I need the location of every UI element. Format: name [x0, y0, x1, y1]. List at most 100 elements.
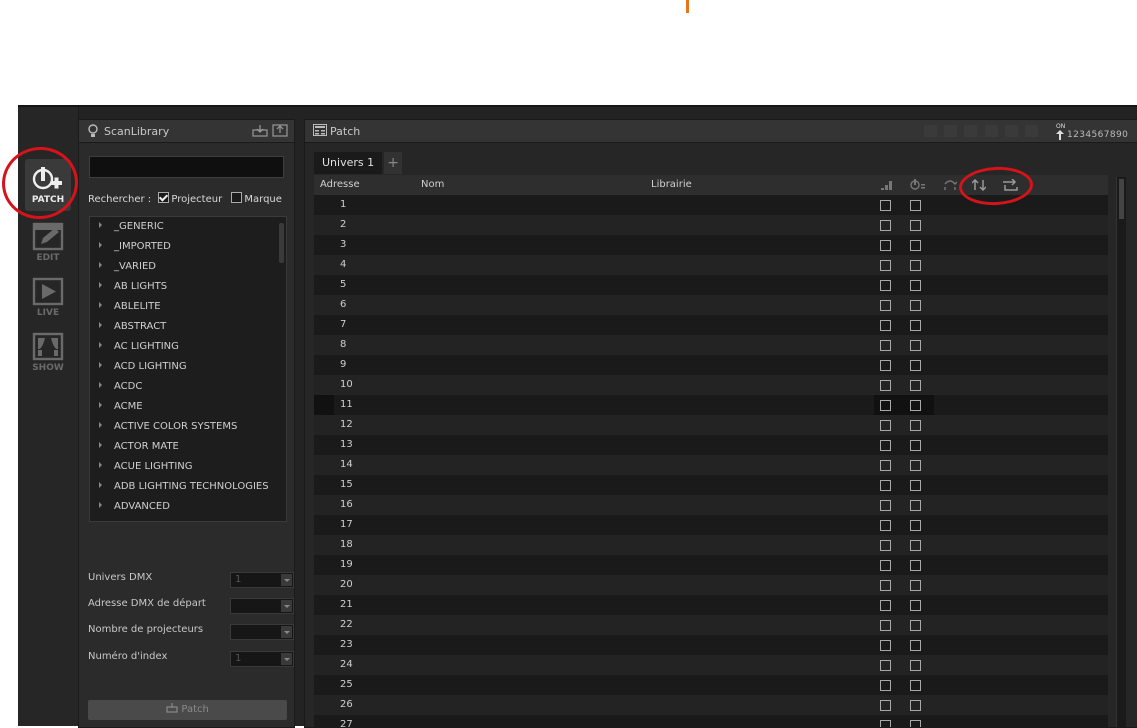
- library-item[interactable]: ACDC: [90, 377, 286, 397]
- table-row[interactable]: 18: [314, 535, 1108, 555]
- library-item[interactable]: _IMPORTED: [90, 237, 286, 257]
- marque-checkbox[interactable]: [231, 192, 243, 203]
- invert-tilt-checkbox[interactable]: [910, 200, 921, 211]
- table-row[interactable]: 17: [314, 515, 1108, 535]
- invert-pan-checkbox[interactable]: [880, 440, 891, 451]
- patch-scrollbar[interactable]: [1116, 177, 1126, 727]
- invert-pan-checkbox[interactable]: [880, 700, 891, 711]
- export-icon[interactable]: [272, 124, 288, 137]
- invert-pan-checkbox[interactable]: [880, 260, 891, 271]
- table-row[interactable]: 10: [314, 375, 1108, 395]
- expand-arrow-icon[interactable]: [99, 302, 102, 308]
- invert-tilt-checkbox[interactable]: [910, 420, 921, 431]
- column-librairie[interactable]: Librairie: [651, 175, 692, 195]
- patch-button[interactable]: Patch: [88, 700, 287, 720]
- invert-pan-checkbox[interactable]: [880, 320, 891, 331]
- library-item[interactable]: ADVANCED: [90, 497, 286, 517]
- chevron-down-icon[interactable]: [281, 600, 292, 612]
- expand-arrow-icon[interactable]: [99, 342, 102, 348]
- expand-arrow-icon[interactable]: [99, 242, 102, 248]
- invert-pan-checkbox[interactable]: [880, 400, 891, 411]
- chevron-down-icon[interactable]: [281, 626, 292, 638]
- expand-arrow-icon[interactable]: [99, 422, 102, 428]
- invert-pan-checkbox[interactable]: [880, 560, 891, 571]
- invert-pan-checkbox[interactable]: [880, 460, 891, 471]
- invert-pan-checkbox[interactable]: [880, 240, 891, 251]
- invert-tilt-checkbox[interactable]: [910, 280, 921, 291]
- invert-pan-checkbox[interactable]: [880, 620, 891, 631]
- library-item[interactable]: AC LIGHTING: [90, 337, 286, 357]
- invert-tilt-checkbox[interactable]: [910, 500, 921, 511]
- library-item[interactable]: ABLELITE: [90, 297, 286, 317]
- adresse-dmx-select[interactable]: [230, 598, 294, 614]
- invert-tilt-checkbox[interactable]: [910, 540, 921, 551]
- nombre-projecteurs-select[interactable]: [230, 624, 294, 640]
- invert-pan-checkbox[interactable]: [880, 280, 891, 291]
- mode-show-button[interactable]: SHOW: [25, 325, 71, 377]
- invert-tilt-checkbox[interactable]: [910, 660, 921, 671]
- invert-tilt-checkbox[interactable]: [910, 520, 921, 531]
- library-item[interactable]: ACTOR MATE: [90, 437, 286, 457]
- invert-pan-checkbox[interactable]: [880, 580, 891, 591]
- table-row[interactable]: 5: [314, 275, 1108, 295]
- expand-arrow-icon[interactable]: [99, 222, 102, 228]
- library-tree[interactable]: _GENERIC _IMPORTED _VARIED AB LIGHTS ABL…: [89, 216, 287, 522]
- invert-tilt-checkbox[interactable]: [910, 480, 921, 491]
- table-row[interactable]: 11: [314, 395, 1108, 415]
- table-row[interactable]: 26: [314, 695, 1108, 715]
- delete-icon[interactable]: [1004, 125, 1018, 137]
- table-row[interactable]: 8: [314, 335, 1108, 355]
- table-row[interactable]: 23: [314, 635, 1108, 655]
- expand-arrow-icon[interactable]: [99, 382, 102, 388]
- invert-pan-checkbox[interactable]: [880, 680, 891, 691]
- import-icon[interactable]: [252, 125, 268, 137]
- fixture-settings-icon[interactable]: [910, 179, 926, 191]
- library-item[interactable]: ACD LIGHTING: [90, 357, 286, 377]
- numero-index-stepper[interactable]: 1: [230, 651, 294, 667]
- table-row[interactable]: 7: [314, 315, 1108, 335]
- table-row[interactable]: 6: [314, 295, 1108, 315]
- chevron-down-icon[interactable]: [281, 574, 292, 586]
- table-row[interactable]: 3: [314, 235, 1108, 255]
- list-icon[interactable]: [1025, 125, 1038, 137]
- table-row[interactable]: 4: [314, 255, 1108, 275]
- table-row[interactable]: 24: [314, 655, 1108, 675]
- invert-tilt-checkbox[interactable]: [910, 260, 921, 271]
- mode-live-button[interactable]: LIVE: [25, 270, 71, 322]
- invert-tilt-checkbox[interactable]: [910, 240, 921, 251]
- table-row[interactable]: 16: [314, 495, 1108, 515]
- column-nom[interactable]: Nom: [421, 175, 444, 195]
- column-adresse[interactable]: Adresse: [320, 175, 360, 195]
- paste-icon[interactable]: [944, 125, 958, 137]
- expand-arrow-icon[interactable]: [99, 282, 102, 288]
- tab-univers-1[interactable]: Univers 1: [314, 152, 383, 174]
- library-item[interactable]: _GENERIC: [90, 217, 286, 237]
- invert-pan-checkbox[interactable]: [880, 500, 891, 511]
- invert-pan-checkbox[interactable]: [880, 660, 891, 671]
- table-row[interactable]: 22: [314, 615, 1108, 635]
- invert-tilt-checkbox[interactable]: [910, 220, 921, 231]
- expand-arrow-icon[interactable]: [99, 362, 102, 368]
- table-row[interactable]: 15: [314, 475, 1108, 495]
- expand-arrow-icon[interactable]: [99, 462, 102, 468]
- invert-pan-checkbox[interactable]: [880, 380, 891, 391]
- invert-pan-checkbox[interactable]: [880, 600, 891, 611]
- expand-arrow-icon[interactable]: [99, 262, 102, 268]
- table-row[interactable]: 14: [314, 455, 1108, 475]
- invert-tilt-checkbox[interactable]: [910, 340, 921, 351]
- invert-tilt-checkbox[interactable]: [910, 400, 921, 411]
- invert-tilt-checkbox[interactable]: [910, 700, 921, 711]
- invert-pan-checkbox[interactable]: [880, 220, 891, 231]
- univers-dmx-select[interactable]: 1: [230, 572, 294, 588]
- library-item[interactable]: ACTIVE COLOR SYSTEMS: [90, 417, 286, 437]
- duplicate-icon[interactable]: [964, 125, 978, 137]
- edit-icon[interactable]: [984, 125, 998, 137]
- invert-pan-checkbox[interactable]: [880, 540, 891, 551]
- library-item[interactable]: ABSTRACT: [90, 317, 286, 337]
- invert-tilt-checkbox[interactable]: [910, 620, 921, 631]
- invert-tilt-checkbox[interactable]: [910, 680, 921, 691]
- invert-tilt-checkbox[interactable]: [910, 560, 921, 571]
- table-row[interactable]: 12: [314, 415, 1108, 435]
- invert-pan-checkbox[interactable]: [880, 360, 891, 371]
- scroll-thumb[interactable]: [1119, 179, 1124, 219]
